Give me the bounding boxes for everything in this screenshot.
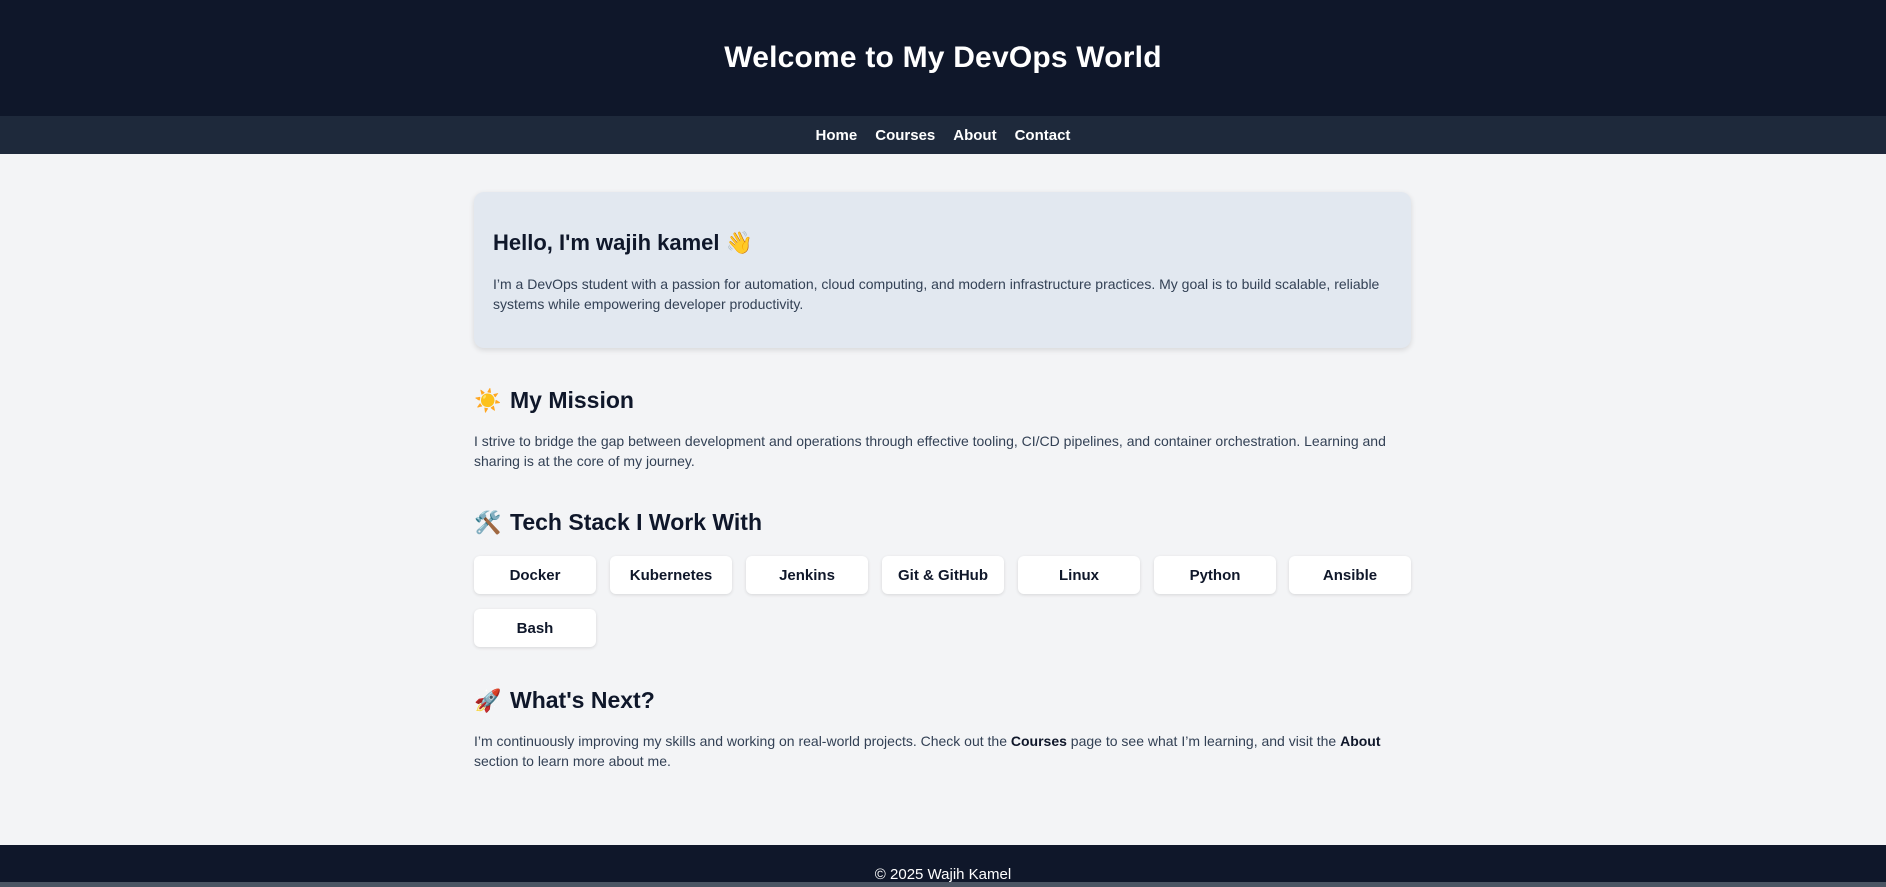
rocket-icon: 🚀	[474, 687, 502, 713]
nav-link-contact[interactable]: Contact	[1015, 127, 1071, 144]
mission-text: I strive to bridge the gap between devel…	[474, 433, 1386, 469]
nav-link-courses[interactable]: Courses	[875, 127, 935, 144]
intro-text: I’m a DevOps student with a passion for …	[493, 276, 1380, 312]
page-title: Welcome to My DevOps World	[724, 41, 1162, 74]
tools-icon: 🛠️	[474, 509, 502, 535]
mission-title: My Mission	[510, 387, 634, 413]
tech-chip-jenkins[interactable]: Jenkins	[746, 556, 868, 594]
nav-link-about[interactable]: About	[953, 127, 996, 144]
courses-mention: Courses	[1010, 733, 1067, 749]
sun-icon: ☀️	[474, 387, 502, 413]
mission-heading: ☀️ My Mission	[474, 387, 634, 414]
tech-stack-heading: 🛠️ Tech Stack I Work With	[474, 509, 762, 536]
whats-next-heading: 🚀 What's Next?	[474, 687, 655, 714]
tech-chip-git-github[interactable]: Git & GitHub	[882, 556, 1004, 594]
tech-chip-kubernetes[interactable]: Kubernetes	[610, 556, 732, 594]
tech-stack-title: Tech Stack I Work With	[510, 509, 762, 535]
whats-next-text-part3: section to learn more about me.	[474, 753, 671, 769]
whats-next-text-part1: I’m continuously improving my skills and…	[474, 733, 1011, 749]
tech-chip-linux[interactable]: Linux	[1018, 556, 1140, 594]
site-footer: © 2025 Wajih Kamel	[0, 845, 1886, 887]
whats-next-text: I’m continuously improving my skills and…	[474, 731, 1411, 771]
about-mention: About	[1340, 733, 1381, 749]
main-nav: Home Courses About Contact	[0, 116, 1886, 154]
tech-chip-docker[interactable]: Docker	[474, 556, 596, 594]
intro-title: Hello, I'm wajih kamel 👋	[493, 230, 754, 255]
tech-chip-ansible[interactable]: Ansible	[1289, 556, 1411, 594]
nav-link-home[interactable]: Home	[816, 127, 858, 144]
tech-chip-bash[interactable]: Bash	[474, 609, 596, 647]
window-bottom-edge	[0, 882, 1886, 887]
whats-next-text-part2: page to see what I’m learning, and visit…	[1066, 733, 1341, 749]
whats-next-title: What's Next?	[510, 687, 655, 713]
intro-card: Hello, I'm wajih kamel 👋 I’m a DevOps st…	[474, 192, 1411, 348]
site-header: Welcome to My DevOps World	[0, 0, 1886, 116]
tech-chip-python[interactable]: Python	[1154, 556, 1276, 594]
